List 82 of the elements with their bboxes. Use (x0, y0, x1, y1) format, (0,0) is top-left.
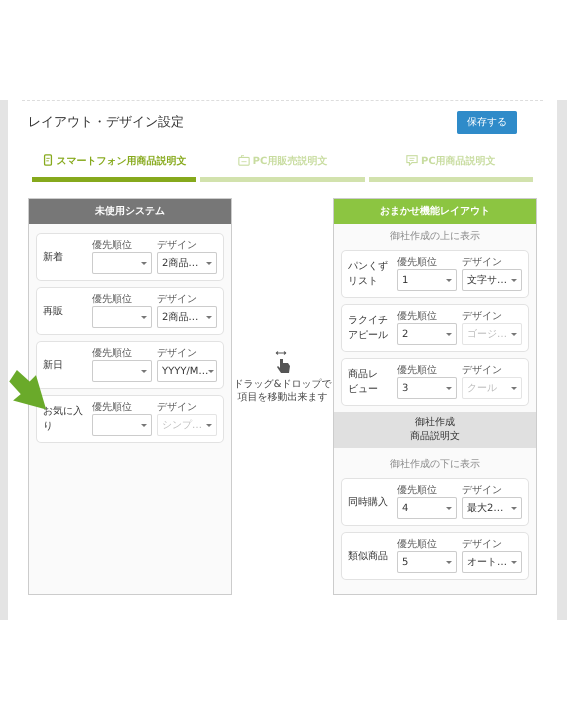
speech-bubble-icon (406, 154, 418, 166)
item-label: 新日 (43, 358, 64, 372)
caret-icon (141, 316, 147, 318)
priority-select[interactable] (92, 306, 152, 328)
field-caption: 優先順位 (92, 348, 133, 359)
field-caption: デザイン (157, 240, 198, 251)
field-caption: 優先順位 (397, 257, 438, 268)
caret-icon (446, 332, 452, 336)
item-card[interactable]: 再販 優先順位 デザイン 2商品… (36, 287, 224, 335)
priority-select[interactable] (92, 360, 152, 382)
caret-icon (141, 262, 147, 264)
field-caption: デザイン (462, 485, 503, 496)
design-select[interactable]: 文字サ… (462, 269, 522, 291)
design-select[interactable]: YYYY/M… (157, 360, 217, 382)
field-caption: 優先順位 (397, 365, 438, 376)
field-caption: 優先順位 (92, 294, 133, 305)
field-caption: デザイン (462, 365, 503, 376)
section-note: 御社作成の上に表示 (389, 230, 481, 244)
item-card[interactable]: お気に入り 優先順位 デザイン シンプ… (36, 395, 224, 443)
item-label: 商品レビュー (348, 368, 379, 397)
panel-header: 未使用システム (29, 199, 231, 224)
field-caption: デザイン (157, 294, 198, 305)
caret-icon (511, 332, 517, 336)
field-caption: デザイン (462, 539, 503, 550)
drag-hand-icon (274, 350, 292, 374)
field-caption: デザイン (462, 311, 503, 322)
field-caption: 優先順位 (397, 485, 438, 496)
field-caption: デザイン (462, 257, 503, 268)
caret-icon (511, 386, 517, 390)
item-card[interactable]: 新着 優先順位 デザイン 2商品… (36, 233, 224, 281)
caret-icon (206, 424, 212, 426)
caret-icon (141, 370, 147, 372)
field-caption: デザイン (157, 402, 198, 413)
caret-icon (511, 560, 517, 564)
block-title-line: 商品説明文 (410, 430, 460, 444)
section-note: 御社作成の下に表示 (389, 458, 481, 472)
item-label: 再販 (43, 304, 64, 318)
priority-select[interactable] (92, 252, 152, 274)
item-card[interactable]: 新日 優先順位 デザイン YYYY/M… (36, 341, 224, 389)
design-select[interactable]: 2商品… (157, 252, 217, 274)
caret-icon (206, 262, 212, 264)
card-icon (238, 154, 250, 166)
priority-select[interactable]: 4 (397, 497, 457, 519)
field-caption: 優先順位 (92, 240, 133, 251)
field-caption: 優先順位 (92, 402, 133, 413)
field-caption: デザイン (157, 348, 198, 359)
design-select[interactable]: 2商品… (157, 306, 217, 328)
priority-select[interactable]: 3 (397, 377, 457, 399)
item-card[interactable]: 商品レビュー 優先順位 3 デザイン クール (341, 358, 529, 406)
item-card[interactable]: 類似商品 優先順位 5 デザイン オート… (341, 532, 529, 580)
item-label: パンくずリスト (348, 260, 389, 289)
item-label: ラクイチアピール (348, 314, 389, 343)
caret-icon (141, 424, 147, 426)
field-caption: 優先順位 (397, 311, 438, 322)
caret-icon (446, 386, 452, 390)
caret-icon (511, 506, 517, 510)
caret-icon (446, 506, 452, 510)
caret-icon (446, 278, 452, 282)
item-label: 類似商品 (348, 550, 389, 564)
page-title: レイアウト・デザイン設定 (28, 114, 184, 132)
phone-icon (42, 154, 54, 166)
priority-select[interactable]: 2 (397, 323, 457, 345)
caret-icon (208, 370, 214, 372)
item-card[interactable]: ラクイチアピール 優先順位 2 デザイン ゴージ… (341, 304, 529, 352)
block-title-line: 御社作成 (415, 416, 455, 430)
item-card[interactable]: 同時購入 優先順位 4 デザイン 最大2… (341, 478, 529, 526)
save-button[interactable]: 保存する (457, 111, 517, 134)
panel-header: おまかせ機能レイアウト (334, 199, 536, 224)
caret-icon (446, 560, 452, 564)
design-select[interactable]: 最大2… (462, 497, 522, 519)
item-label: 同時購入 (348, 496, 389, 510)
item-label: 新着 (43, 250, 64, 264)
item-card[interactable]: パンくずリスト 優先順位 1 デザイン 文字サ… (341, 250, 529, 298)
caret-icon (206, 316, 212, 318)
priority-select[interactable] (92, 414, 152, 436)
caret-icon (511, 278, 517, 282)
field-caption: 優先順位 (397, 539, 438, 550)
design-select[interactable]: オート… (462, 551, 522, 573)
drag-drop-hint: ドラッグ&ドロップで項目を移動出来ます (232, 378, 332, 404)
priority-select[interactable]: 5 (397, 551, 457, 573)
item-label: お気に入り (43, 404, 84, 434)
priority-select[interactable]: 1 (397, 269, 457, 291)
